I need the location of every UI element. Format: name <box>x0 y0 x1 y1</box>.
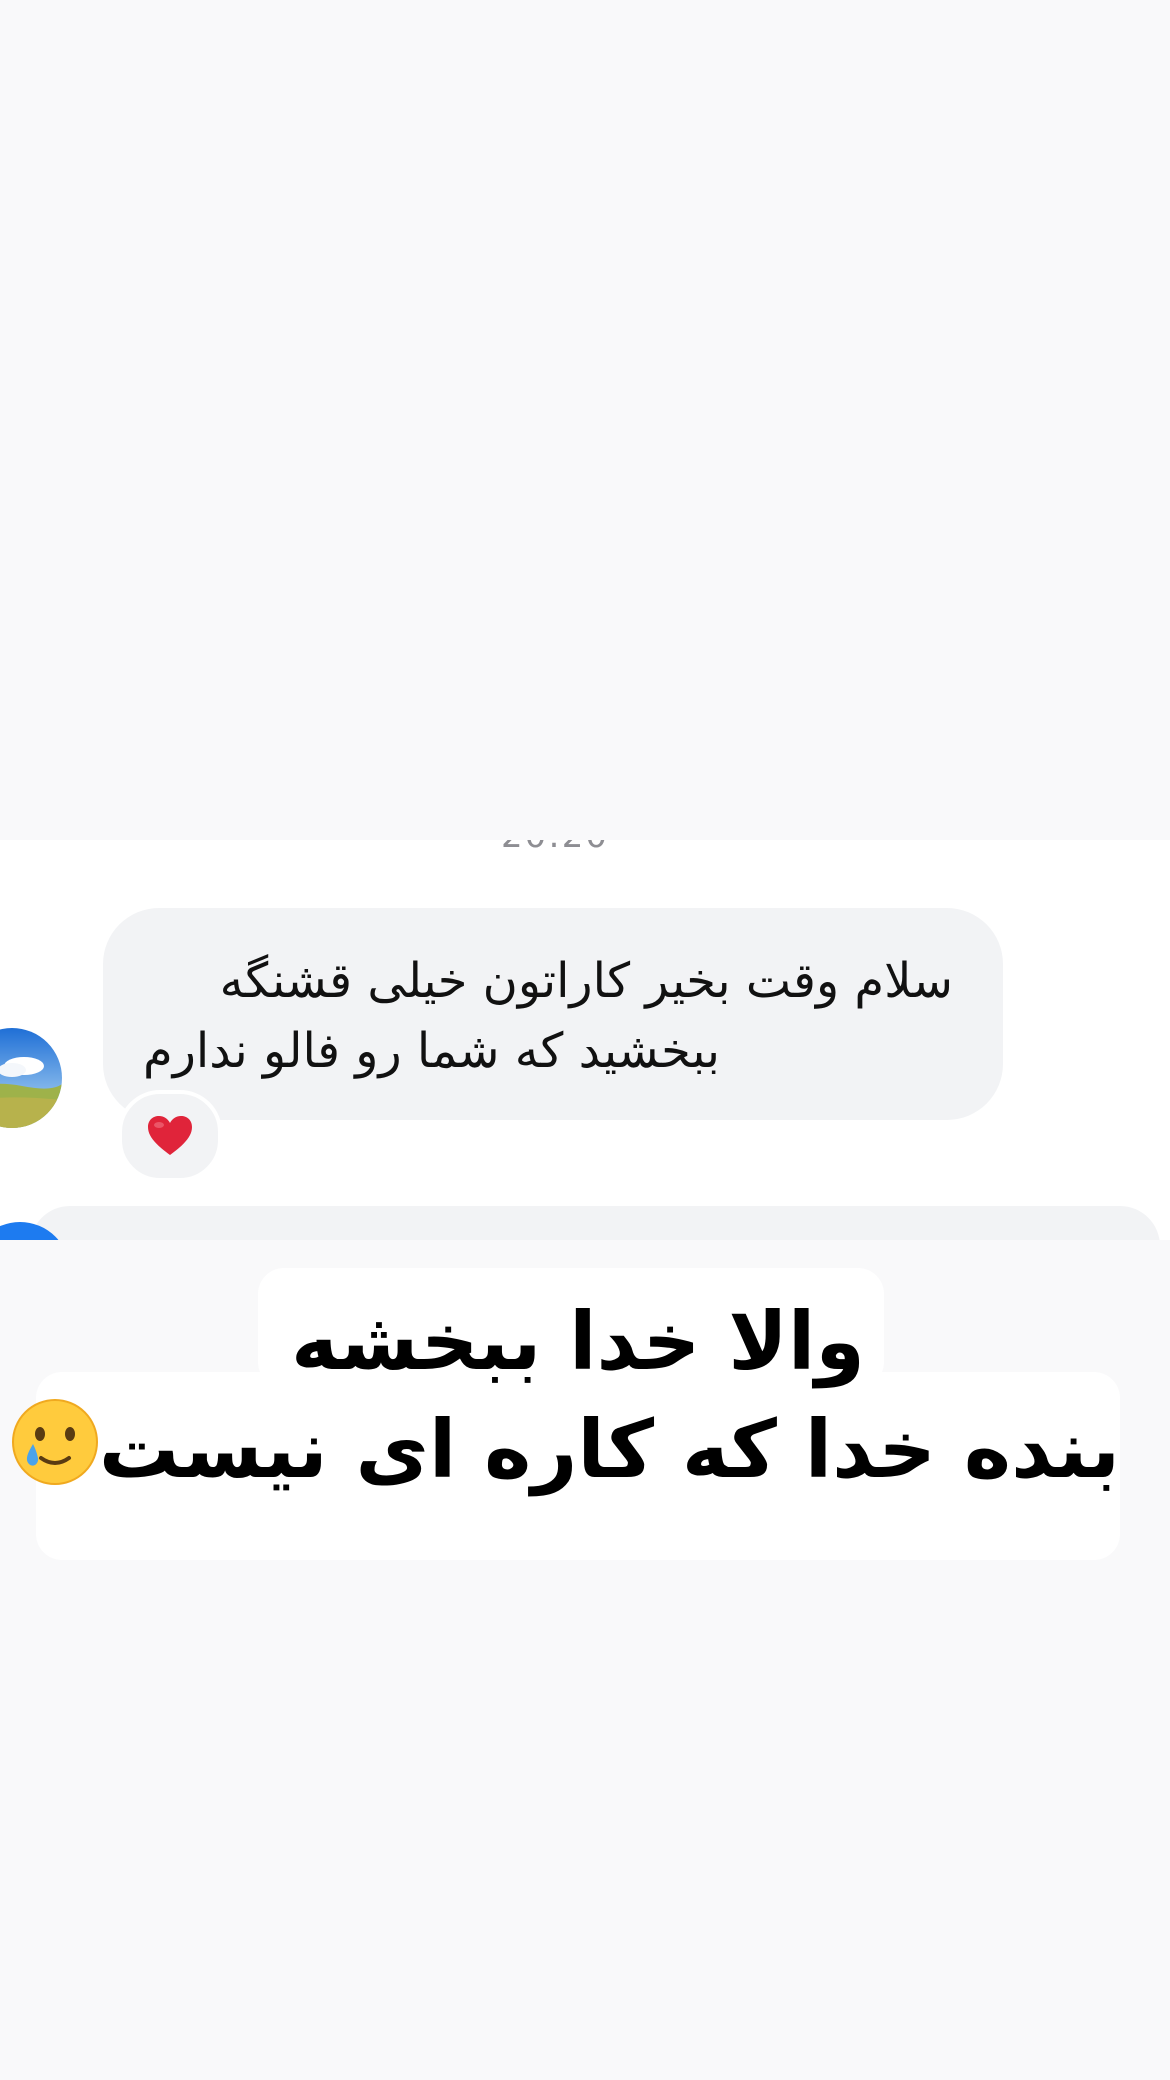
next-message-bubble[interactable] <box>30 1206 1160 1240</box>
blank-top-area <box>0 0 1170 840</box>
caption-line-2: بنده خدا که کاره ای نیست <box>11 1396 1120 1513</box>
message-line-2: ببخشید که شما رو فالو ندارم <box>143 1023 720 1079</box>
caption-line-2-text: بنده خدا که کاره ای نیست <box>98 1403 1120 1496</box>
heart-icon <box>148 1116 192 1155</box>
smiling-face-with-tear-icon <box>11 1398 99 1513</box>
sender-avatar[interactable] <box>0 1028 62 1128</box>
caption-overlay: والا خدا ببخشه بنده خدا که کاره ای نیست <box>0 1240 1170 2080</box>
incoming-message-bubble[interactable]: سلام وقت بخیر کاراتون خیلی قشنگه ببخشید … <box>103 908 1003 1120</box>
message-line-1: سلام وقت بخیر کاراتون خیلی قشنگه <box>219 953 953 1009</box>
message-timestamp: 20:20 <box>0 840 1110 856</box>
landscape-avatar-icon <box>0 1028 62 1128</box>
chat-thread: 20:20 سلام وقت بخیر کاراتون خیلی قشنگه ب… <box>0 840 1170 1240</box>
caption-line-1: والا خدا ببخشه <box>291 1295 865 1388</box>
heart-reaction[interactable] <box>118 1090 222 1182</box>
caption-text: والا خدا ببخشه بنده خدا که کاره ای نیست <box>11 1288 1120 1513</box>
